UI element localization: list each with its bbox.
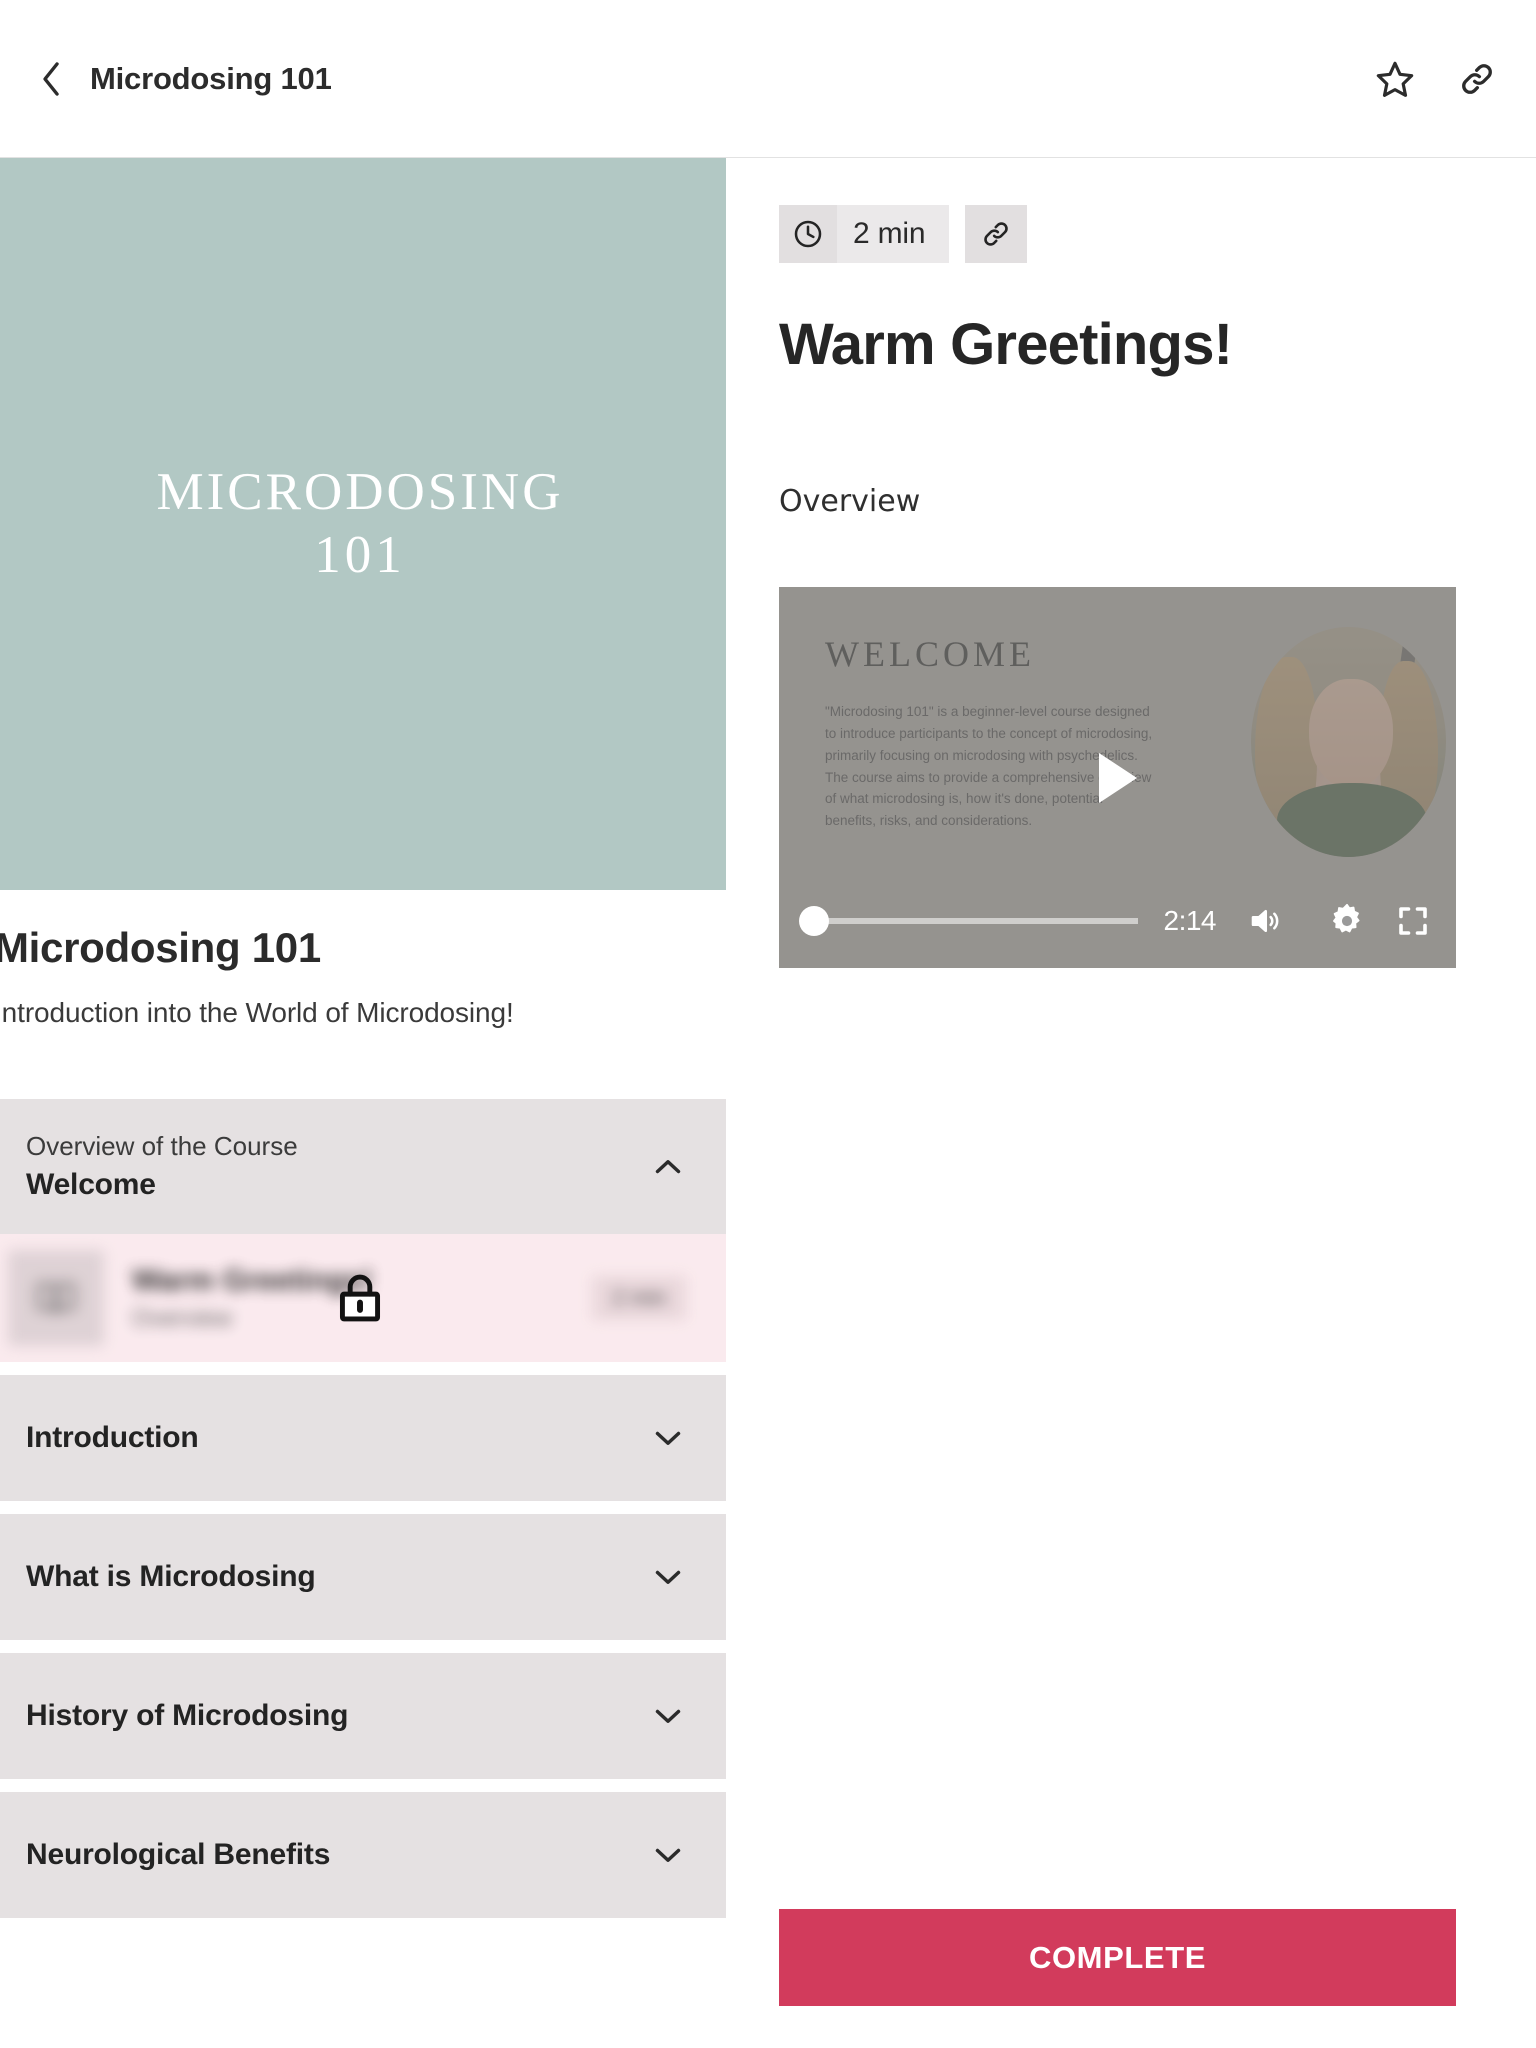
- course-cover-text: MICRODOSING 101: [157, 461, 564, 586]
- lesson-row-content: Warm Greetings! Overview 2 min: [0, 1250, 726, 1346]
- link-icon[interactable]: [1456, 58, 1498, 100]
- accordion-title: History of Microdosing: [26, 1699, 349, 1732]
- chevron-up-icon: [650, 1149, 686, 1185]
- lesson-duration-chip: 2 min: [779, 205, 950, 263]
- accordion-section: Introduction: [0, 1375, 726, 1501]
- lesson-detail-panel: 2 min Warm Greetings! Overview WELCOME "…: [726, 158, 1536, 2047]
- accordion-title: Neurological Benefits: [26, 1838, 331, 1871]
- fullscreen-icon[interactable]: [1392, 900, 1434, 942]
- lesson-subtitle: Overview: [132, 1304, 233, 1332]
- accordion-header-what-is-microdosing[interactable]: What is Microdosing: [0, 1514, 726, 1640]
- accordion-header-texts: What is Microdosing: [26, 1560, 650, 1594]
- volume-icon[interactable]: [1244, 900, 1286, 942]
- lesson-row-warm-greetings[interactable]: Warm Greetings! Overview 2 min: [0, 1234, 726, 1362]
- accordion-title: Welcome: [26, 1168, 156, 1201]
- accordion-header-history-of-microdosing[interactable]: History of Microdosing: [0, 1653, 726, 1779]
- chevron-down-icon: [650, 1559, 686, 1595]
- accordion-header-texts: Overview of the Course Welcome: [26, 1131, 650, 1202]
- accordion-section: Neurological Benefits: [0, 1792, 726, 1918]
- cover-line-1: MICRODOSING: [156, 463, 564, 522]
- chevron-down-icon: [650, 1698, 686, 1734]
- page-title: Microdosing 101: [90, 60, 332, 96]
- accordion-header-texts: Introduction: [26, 1421, 650, 1455]
- accordion-eyebrow: Overview of the Course: [26, 1131, 298, 1161]
- video-progress-handle[interactable]: [799, 906, 829, 936]
- video-controls: 2:14: [779, 900, 1456, 942]
- lesson-title: Warm Greetings!: [779, 312, 1233, 377]
- chevron-left-icon[interactable]: [34, 61, 68, 96]
- course-sidebar: MICRODOSING 101 Microdosing 101 Introduc…: [0, 158, 726, 2047]
- topbar-left-group: Microdosing 101: [34, 61, 332, 97]
- accordion-header-welcome[interactable]: Overview of the Course Welcome: [0, 1099, 726, 1234]
- cover-line-2: 101: [314, 526, 406, 584]
- accordion-section: What is Microdosing: [0, 1514, 726, 1640]
- lesson-section-label: Overview: [779, 484, 921, 519]
- curriculum-accordion: Overview of the Course Welcome Warm Gree…: [0, 1099, 726, 1918]
- accordion-header-introduction[interactable]: Introduction: [0, 1375, 726, 1501]
- star-icon[interactable]: [1374, 58, 1416, 100]
- play-icon[interactable]: [1098, 752, 1137, 803]
- book-icon: [8, 1250, 104, 1346]
- clock-icon: [779, 205, 837, 263]
- accordion-header-texts: History of Microdosing: [26, 1699, 650, 1733]
- accordion-header-texts: Neurological Benefits: [26, 1838, 650, 1872]
- complete-button[interactable]: COMPLETE: [779, 1909, 1456, 2006]
- accordion-section: Overview of the Course Welcome Warm Gree…: [0, 1099, 726, 1362]
- top-app-bar: Microdosing 101: [0, 0, 1536, 158]
- video-player[interactable]: WELCOME "Microdosing 101" is a beginner-…: [779, 587, 1456, 968]
- lesson-duration-text: 2 min: [853, 217, 926, 250]
- accordion-section: History of Microdosing: [0, 1653, 726, 1779]
- lesson-chips: 2 min: [779, 205, 1484, 263]
- main-layout: MICRODOSING 101 Microdosing 101 Introduc…: [0, 158, 1536, 2047]
- course-cover-image: MICRODOSING 101: [0, 158, 726, 890]
- course-title: Microdosing 101: [0, 924, 321, 971]
- accordion-header-neurological-benefits[interactable]: Neurological Benefits: [0, 1792, 726, 1918]
- topbar-right-group: [1374, 58, 1498, 100]
- lesson-title: Warm Greetings!: [132, 1263, 373, 1297]
- video-progress-slider[interactable]: [799, 906, 1138, 936]
- course-meta: Microdosing 101 Introduction into the Wo…: [0, 890, 726, 1029]
- course-subtitle: Introduction into the World of Microdosi…: [0, 997, 514, 1028]
- accordion-title: What is Microdosing: [26, 1560, 316, 1593]
- accordion-title: Introduction: [26, 1421, 199, 1454]
- lesson-texts: Warm Greetings! Overview: [132, 1264, 592, 1333]
- link-icon[interactable]: [965, 205, 1028, 263]
- gear-icon[interactable]: [1326, 900, 1368, 942]
- video-time: 2:14: [1163, 905, 1217, 936]
- chevron-down-icon: [650, 1837, 686, 1873]
- lesson-duration-badge: 2 min: [592, 1276, 686, 1320]
- chevron-down-icon: [650, 1420, 686, 1456]
